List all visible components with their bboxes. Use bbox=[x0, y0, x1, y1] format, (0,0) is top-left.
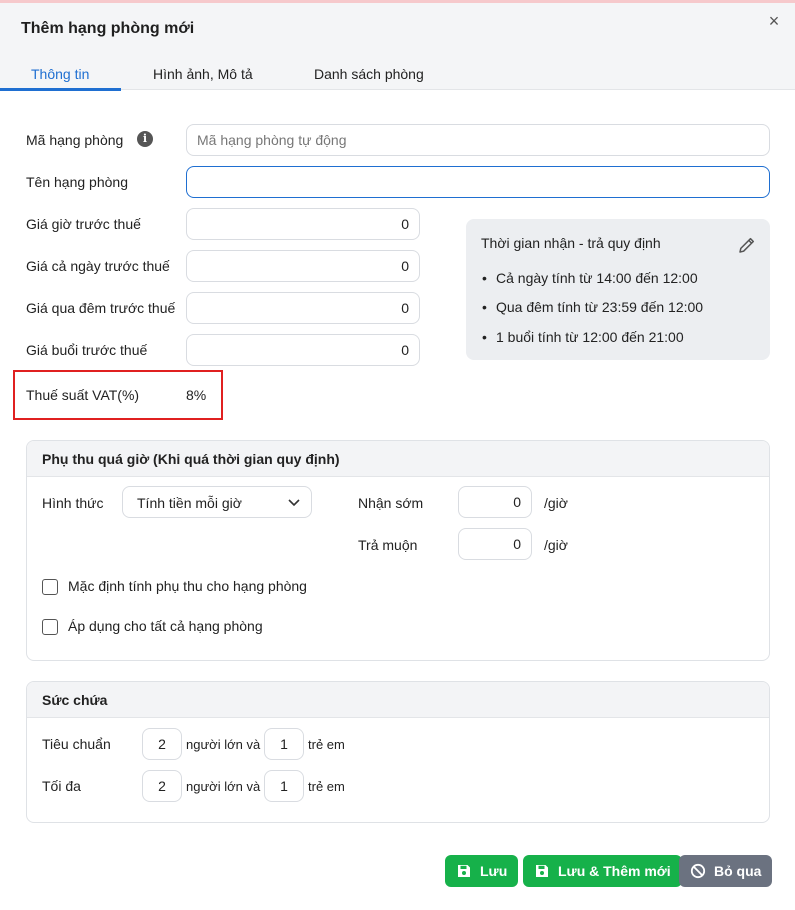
dialog-header: Thêm hạng phòng mới × Thông tin Hình ảnh… bbox=[0, 3, 795, 91]
default-surcharge-label: Mặc định tính phụ thu cho hạng phòng bbox=[68, 578, 307, 594]
early-input[interactable] bbox=[458, 486, 532, 518]
code-label: Mã hạng phòng bbox=[26, 132, 124, 148]
time-rule-item: 1 buổi tính từ 12:00 đến 21:00 bbox=[482, 329, 684, 345]
session-price-label: Giá buổi trước thuế bbox=[26, 342, 148, 358]
save-and-new-button-label: Lưu & Thêm mới bbox=[558, 863, 671, 879]
method-select-value: Tính tiền mỗi giờ bbox=[137, 495, 242, 511]
session-price-input[interactable] bbox=[186, 334, 420, 366]
overnight-price-input[interactable] bbox=[186, 292, 420, 324]
tab-images[interactable]: Hình ảnh, Mô tả bbox=[153, 66, 253, 82]
skip-button-label: Bỏ qua bbox=[714, 863, 762, 879]
max-adults-input[interactable] bbox=[142, 770, 182, 802]
pencil-icon[interactable] bbox=[737, 235, 757, 255]
name-input[interactable] bbox=[186, 166, 770, 198]
early-label: Nhận sớm bbox=[358, 495, 424, 511]
tab-info[interactable]: Thông tin bbox=[31, 66, 89, 82]
daily-price-input[interactable] bbox=[186, 250, 420, 282]
late-unit: /giờ bbox=[544, 537, 568, 553]
late-input[interactable] bbox=[458, 528, 532, 560]
standard-children-input[interactable] bbox=[264, 728, 304, 760]
vat-value: 8% bbox=[186, 387, 207, 403]
time-rules-panel: Thời gian nhận - trả quy định Cả ngày tí… bbox=[466, 219, 770, 360]
overnight-price-label: Giá qua đêm trước thuế bbox=[26, 300, 176, 316]
save-button-label: Lưu bbox=[480, 863, 508, 879]
apply-all-label: Áp dụng cho tất cả hạng phòng bbox=[68, 618, 263, 634]
name-label: Tên hạng phòng bbox=[26, 174, 128, 190]
close-icon[interactable]: × bbox=[764, 11, 784, 31]
capacity-title: Sức chứa bbox=[42, 692, 108, 708]
daily-price-label: Giá cả ngày trước thuế bbox=[26, 258, 170, 274]
save-icon bbox=[536, 865, 548, 877]
adults-suffix: người lớn và bbox=[186, 737, 261, 752]
children-suffix: trẻ em bbox=[308, 779, 345, 794]
chevron-down-icon bbox=[288, 499, 300, 507]
time-rules-title: Thời gian nhận - trả quy định bbox=[481, 235, 661, 251]
info-icon[interactable]: i bbox=[137, 131, 153, 147]
method-select[interactable]: Tính tiền mỗi giờ bbox=[122, 486, 312, 518]
cancel-icon bbox=[690, 863, 706, 879]
time-rule-item: Qua đêm tính từ 23:59 đến 12:00 bbox=[482, 299, 703, 315]
save-and-new-button[interactable]: Lưu & Thêm mới bbox=[523, 855, 682, 887]
adults-suffix: người lớn và bbox=[186, 779, 261, 794]
surcharge-header: Phụ thu quá giờ (Khi quá thời gian quy đ… bbox=[27, 441, 769, 477]
capacity-section: Sức chứa Tiêu chuẩn người lớn và trẻ em … bbox=[26, 681, 770, 823]
surcharge-section: Phụ thu quá giờ (Khi quá thời gian quy đ… bbox=[26, 440, 770, 661]
method-label: Hình thức bbox=[42, 495, 104, 511]
standard-adults-input[interactable] bbox=[142, 728, 182, 760]
late-label: Trả muộn bbox=[358, 537, 418, 553]
tab-rooms[interactable]: Danh sách phòng bbox=[314, 66, 424, 82]
surcharge-title: Phụ thu quá giờ (Khi quá thời gian quy đ… bbox=[42, 451, 340, 467]
children-suffix: trẻ em bbox=[308, 737, 345, 752]
save-icon bbox=[458, 865, 470, 877]
max-label: Tối đa bbox=[42, 778, 81, 794]
default-surcharge-checkbox[interactable] bbox=[42, 579, 58, 595]
apply-all-checkbox[interactable] bbox=[42, 619, 58, 635]
max-children-input[interactable] bbox=[264, 770, 304, 802]
vat-label: Thuế suất VAT(%) bbox=[26, 387, 140, 403]
save-button[interactable]: Lưu bbox=[445, 855, 519, 887]
standard-label: Tiêu chuẩn bbox=[42, 736, 111, 752]
hourly-price-label: Giá giờ trước thuế bbox=[26, 216, 141, 232]
skip-button[interactable]: Bỏ qua bbox=[679, 855, 773, 887]
dialog-title: Thêm hạng phòng mới bbox=[21, 20, 195, 37]
time-rule-item: Cả ngày tính từ 14:00 đến 12:00 bbox=[482, 270, 698, 286]
code-input[interactable] bbox=[186, 124, 770, 156]
capacity-header: Sức chứa bbox=[27, 682, 769, 718]
hourly-price-input[interactable] bbox=[186, 208, 420, 240]
early-unit: /giờ bbox=[544, 495, 568, 511]
active-tab-indicator bbox=[0, 88, 121, 91]
